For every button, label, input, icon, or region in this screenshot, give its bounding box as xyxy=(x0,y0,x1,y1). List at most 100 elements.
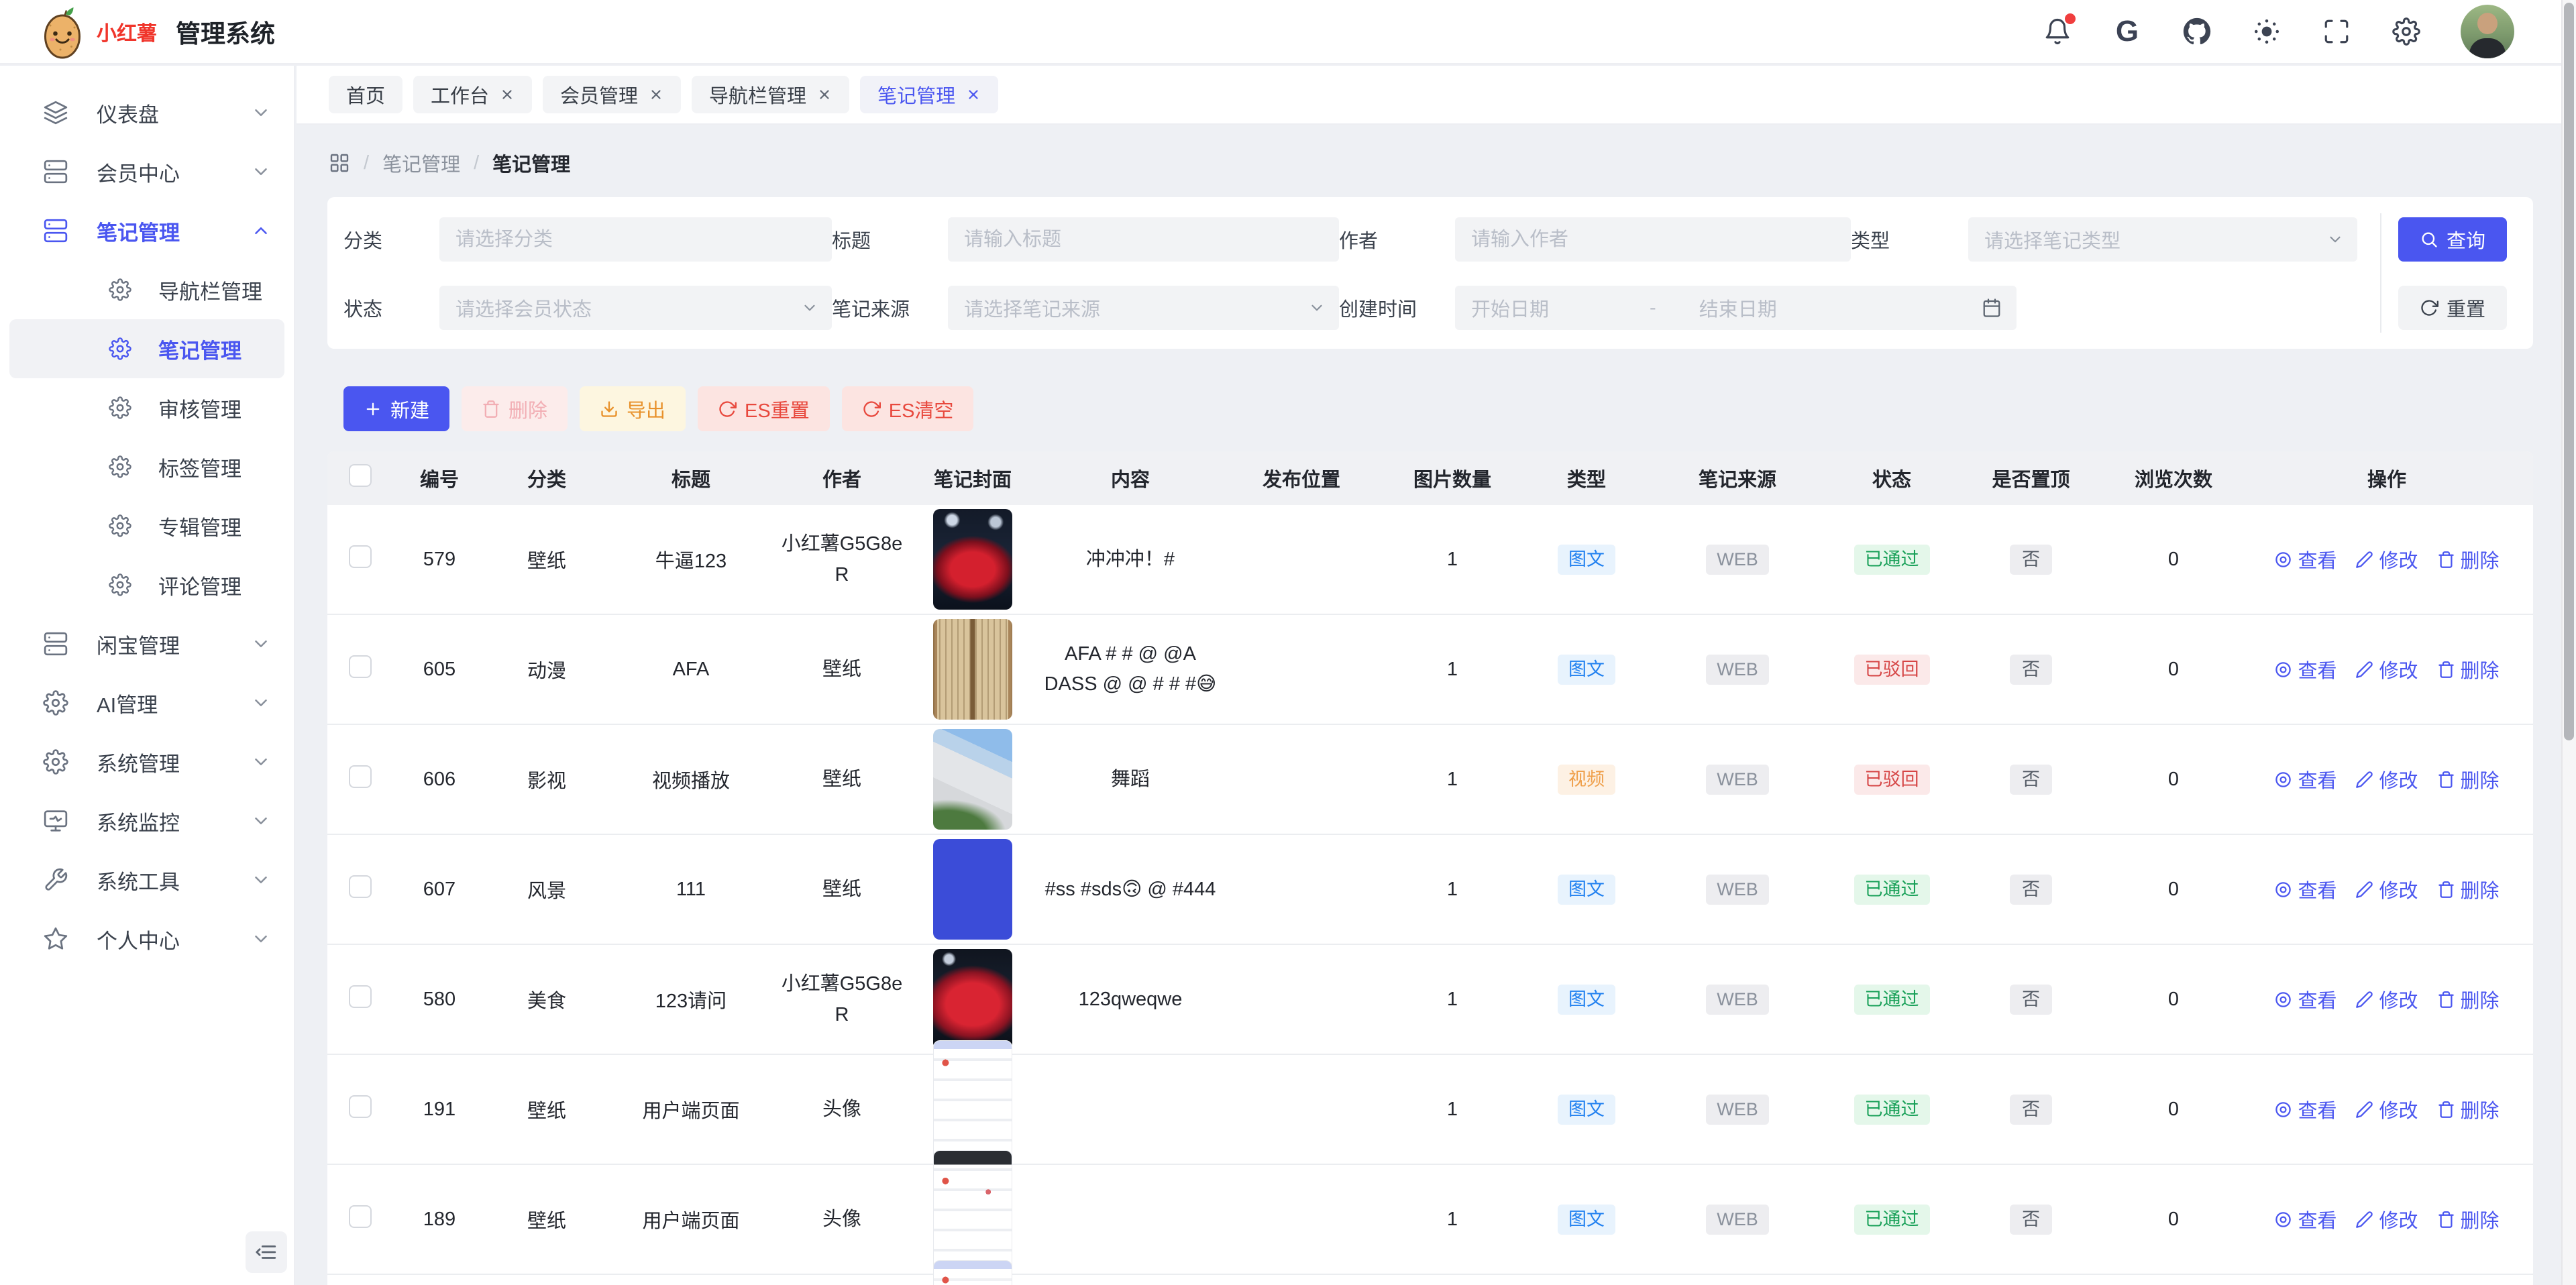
edit-button[interactable]: 修改 xyxy=(2355,985,2418,1013)
end-date-placeholder: 结束日期 xyxy=(1699,294,1777,322)
vertical-scrollbar[interactable] xyxy=(2561,0,2576,1285)
github-icon[interactable] xyxy=(2182,16,2212,47)
note-type-select[interactable]: 请选择笔记类型 xyxy=(1968,217,2357,262)
sidebar-item-personal-center[interactable]: 个人中心 xyxy=(0,909,294,968)
select-all-checkbox[interactable] xyxy=(349,464,372,487)
new-button[interactable]: 新建 xyxy=(343,386,449,431)
tab-close-icon[interactable] xyxy=(817,87,832,102)
gitee-icon[interactable]: G xyxy=(2112,16,2143,47)
sidebar-item-ai-management[interactable]: AI管理 xyxy=(0,673,294,732)
trash-icon xyxy=(2437,1211,2455,1229)
sidebar-item-xianbao-management[interactable]: 闲宝管理 xyxy=(0,614,294,673)
sidebar-collapse-button[interactable] xyxy=(246,1231,287,1273)
title-input[interactable] xyxy=(948,217,1339,262)
delete-row-button[interactable]: 删除 xyxy=(2437,875,2500,903)
edit-button[interactable]: 修改 xyxy=(2355,765,2418,793)
row-checkbox[interactable] xyxy=(349,765,372,788)
note-cover-image[interactable] xyxy=(933,619,1012,720)
row-checkbox[interactable] xyxy=(349,655,372,678)
cell-category: 影视 xyxy=(486,724,607,834)
delete-row-button[interactable]: 删除 xyxy=(2437,1205,2500,1233)
fullscreen-icon[interactable] xyxy=(2321,16,2352,47)
author-input[interactable] xyxy=(1455,217,1851,262)
note-cover-image[interactable] xyxy=(933,839,1012,940)
delete-row-button[interactable]: 删除 xyxy=(2437,765,2500,793)
gear-icon xyxy=(43,690,68,716)
es-clear-button[interactable]: ES清空 xyxy=(842,386,974,431)
query-button[interactable]: 查询 xyxy=(2398,217,2507,262)
delete-row-button[interactable]: 删除 xyxy=(2437,655,2500,683)
scrollbar-thumb[interactable] xyxy=(2564,3,2574,740)
bell-icon[interactable] xyxy=(2042,16,2073,47)
theme-icon[interactable] xyxy=(2251,16,2282,47)
type-tag: 图文 xyxy=(1558,655,1615,685)
user-avatar[interactable] xyxy=(2461,5,2514,58)
sidebar-item-system-management[interactable]: 系统管理 xyxy=(0,732,294,791)
delete-button[interactable]: 删除 xyxy=(462,386,568,431)
breadcrumb-item[interactable]: 笔记管理 xyxy=(382,149,460,177)
view-button[interactable]: 查看 xyxy=(2274,985,2337,1013)
cell-category: 壁纸 xyxy=(486,1274,607,1285)
table-row: 579 壁纸 牛逼123 小红薯G5G8eR 冲冲冲！# 1 图文 WEB 已通… xyxy=(327,505,2533,614)
sidebar-item-dashboard[interactable]: 仪表盘 xyxy=(0,83,294,142)
tab-close-icon[interactable] xyxy=(966,87,981,102)
sidebar-item-note-management[interactable]: 笔记管理 xyxy=(0,201,294,260)
export-button[interactable]: 导出 xyxy=(580,386,686,431)
view-button[interactable]: 查看 xyxy=(2274,1205,2337,1233)
tab-close-icon[interactable] xyxy=(500,87,515,102)
tab-member-management[interactable]: 会员管理 xyxy=(543,76,681,113)
eye-icon xyxy=(2274,661,2292,679)
note-cover-image[interactable] xyxy=(933,509,1012,610)
sidebar-item-system-tools[interactable]: 系统工具 xyxy=(0,850,294,909)
sidebar-item-tag-management[interactable]: 标签管理 xyxy=(9,437,284,496)
gear-icon xyxy=(43,749,68,775)
note-cover-image[interactable] xyxy=(933,1260,1012,1285)
sidebar-item-album-management[interactable]: 专辑管理 xyxy=(9,496,284,555)
note-cover-image[interactable] xyxy=(933,729,1012,830)
delete-row-button[interactable]: 删除 xyxy=(2437,985,2500,1013)
edit-button[interactable]: 修改 xyxy=(2355,875,2418,903)
cell-views: 0 xyxy=(2106,505,2241,614)
category-input[interactable] xyxy=(439,217,832,262)
row-checkbox[interactable] xyxy=(349,985,372,1008)
row-checkbox[interactable] xyxy=(349,1205,372,1228)
note-source-select[interactable]: 请选择笔记来源 xyxy=(948,286,1339,330)
row-checkbox[interactable] xyxy=(349,545,372,568)
delete-row-button[interactable]: 删除 xyxy=(2437,545,2500,573)
status-select[interactable]: 请选择会员状态 xyxy=(439,286,832,330)
tab-close-icon[interactable] xyxy=(649,87,663,102)
date-range-picker[interactable]: 开始日期 - 结束日期 xyxy=(1455,286,2017,330)
view-button[interactable]: 查看 xyxy=(2274,875,2337,903)
sidebar-item-navbar-management[interactable]: 导航栏管理 xyxy=(9,260,284,319)
settings-gear-icon[interactable] xyxy=(2391,16,2422,47)
brand: 小红薯 管理系统 xyxy=(38,3,275,60)
row-checkbox[interactable] xyxy=(349,875,372,898)
chevron-down-icon xyxy=(251,752,271,772)
view-button[interactable]: 查看 xyxy=(2274,765,2337,793)
edit-button[interactable]: 修改 xyxy=(2355,545,2418,573)
sidebar-item-review-management[interactable]: 审核管理 xyxy=(9,378,284,437)
tab-home[interactable]: 首页 xyxy=(329,76,402,113)
reset-button[interactable]: 重置 xyxy=(2398,286,2507,330)
grid-icon[interactable] xyxy=(329,152,350,174)
tab-navbar-management[interactable]: 导航栏管理 xyxy=(692,76,849,113)
trash-icon xyxy=(2437,771,2455,789)
cell-author: 头像 xyxy=(775,1274,909,1285)
sidebar-item-comment-management[interactable]: 评论管理 xyxy=(9,555,284,614)
es-reset-button[interactable]: ES重置 xyxy=(698,386,830,431)
tab-note-management[interactable]: 笔记管理 xyxy=(860,76,998,113)
sidebar-item-system-monitor[interactable]: 系统监控 xyxy=(0,791,294,850)
view-button[interactable]: 查看 xyxy=(2274,545,2337,573)
cell-image-count: 1 xyxy=(1379,944,1526,1054)
sidebar-item-note-management-sub[interactable]: 笔记管理 xyxy=(9,319,284,378)
edit-button[interactable]: 修改 xyxy=(2355,655,2418,683)
edit-button[interactable]: 修改 xyxy=(2355,1095,2418,1123)
edit-button[interactable]: 修改 xyxy=(2355,1205,2418,1233)
row-checkbox[interactable] xyxy=(349,1095,372,1118)
note-cover-image[interactable] xyxy=(933,949,1012,1050)
view-button[interactable]: 查看 xyxy=(2274,655,2337,683)
view-button[interactable]: 查看 xyxy=(2274,1095,2337,1123)
sidebar-item-member-center[interactable]: 会员中心 xyxy=(0,142,294,201)
delete-row-button[interactable]: 删除 xyxy=(2437,1095,2500,1123)
tab-workbench[interactable]: 工作台 xyxy=(413,76,532,113)
